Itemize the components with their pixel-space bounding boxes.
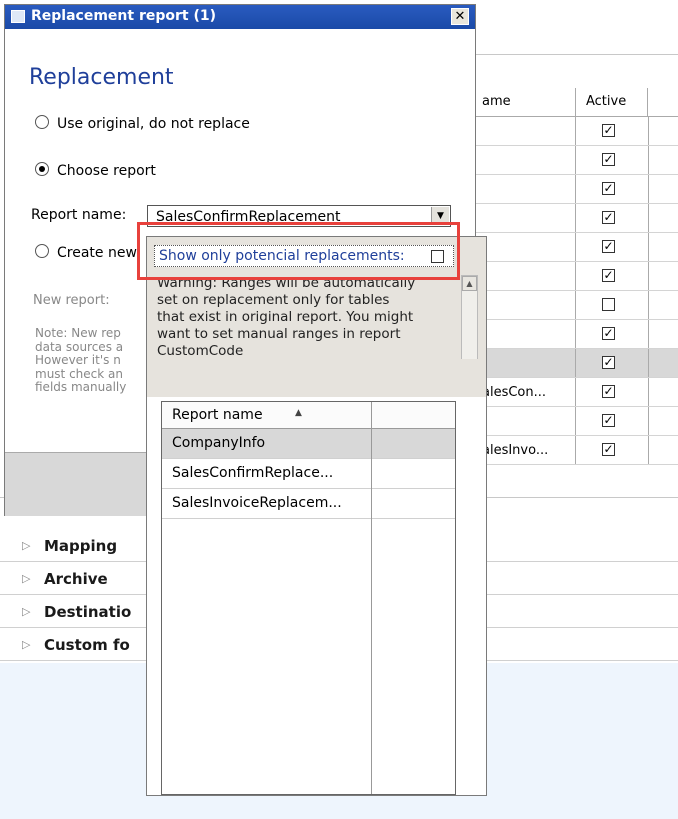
radio-choose-report[interactable]: Choose report (35, 162, 156, 179)
radio-label: Choose report (57, 163, 156, 179)
list-item-label: SalesConfirmReplace... (162, 459, 372, 488)
cell-name (476, 349, 576, 377)
radio-label: Create new (57, 245, 137, 261)
report-list: Report name ▲ CompanyInfo SalesConfirmRe… (161, 401, 456, 795)
expand-arrow-icon: ▷ (22, 572, 31, 585)
table-row[interactable]: ✓ (476, 262, 678, 291)
active-checkbox[interactable]: ✓ (602, 356, 615, 369)
column-header-report-name[interactable]: Report name ▲ (162, 402, 372, 428)
table-row[interactable]: alesInvo... ✓ (476, 436, 678, 465)
radio-button[interactable] (35, 244, 49, 258)
highlight-box (137, 222, 460, 280)
radio-label: Use original, do not replace (57, 116, 250, 132)
cell-name (476, 175, 576, 203)
cell-name: alesInvo... (476, 436, 576, 464)
cell-name (476, 233, 576, 261)
cell-name (476, 320, 576, 348)
cell-active: ✓ (576, 349, 649, 377)
cell-active: ✓ (576, 146, 649, 174)
expand-arrow-icon: ▷ (22, 605, 31, 618)
table-row[interactable]: ✓ (476, 117, 678, 146)
column-divider (371, 428, 372, 794)
note-text: Note: New rep data sources a However it'… (35, 327, 127, 394)
cell-name (476, 204, 576, 232)
grid-header: ame Active (476, 88, 678, 117)
cell-name (476, 117, 576, 145)
table-row[interactable]: ✓ (476, 233, 678, 262)
list-item-label: SalesInvoiceReplacem... (162, 489, 372, 518)
close-icon[interactable]: ✕ (451, 8, 469, 25)
cell-active: ✓ (576, 378, 649, 406)
table-row[interactable]: ✓ (476, 349, 678, 378)
window-title: Replacement report (1) (31, 8, 217, 24)
active-checkbox[interactable]: ✓ (602, 443, 615, 456)
cell-active: ✓ (576, 407, 649, 435)
fasttab-label: Destinatio (44, 603, 132, 621)
active-checkbox[interactable]: ✓ (602, 182, 615, 195)
report-lookup-popup: Show only potencial replacements: Warnin… (146, 236, 487, 796)
report-name-label: Report name: (31, 207, 127, 223)
cell-active: ✓ (576, 117, 649, 145)
cell-active: ✓ (576, 262, 649, 290)
cell-name: alesCon... (476, 378, 576, 406)
cell-active: ✓ (576, 175, 649, 203)
radio-button[interactable] (35, 162, 49, 176)
cell-name (476, 146, 576, 174)
cell-active: ✓ (576, 320, 649, 348)
popup-spacer (147, 359, 486, 397)
cell-name (476, 407, 576, 435)
table-row[interactable] (476, 291, 678, 320)
radio-use-original[interactable]: Use original, do not replace (35, 115, 250, 132)
active-checkbox[interactable]: ✓ (602, 124, 615, 137)
cell-active: ✓ (576, 233, 649, 261)
warning-text: Warning: Ranges will be automatically se… (157, 275, 416, 359)
fasttab-label: Mapping (44, 537, 118, 555)
page-title: Replacement (29, 65, 174, 90)
column-header-label: Report name (172, 407, 263, 423)
active-checkbox[interactable]: ✓ (602, 327, 615, 340)
expand-arrow-icon: ▷ (22, 638, 31, 651)
cell-name (476, 291, 576, 319)
table-row[interactable]: ✓ (476, 146, 678, 175)
radio-create-new[interactable]: Create new (35, 244, 137, 261)
cell-active: ✓ (576, 204, 649, 232)
new-report-label: New report: (33, 293, 110, 308)
list-item[interactable]: SalesConfirmReplace... (162, 459, 455, 489)
expand-arrow-icon: ▷ (22, 539, 31, 552)
cell-active (576, 291, 649, 319)
window-icon (11, 10, 25, 23)
fasttab-label: Custom fo (44, 636, 130, 654)
table-row[interactable]: ✓ (476, 175, 678, 204)
table-row[interactable]: ✓ (476, 204, 678, 233)
active-checkbox[interactable]: ✓ (602, 269, 615, 282)
radio-button[interactable] (35, 115, 49, 129)
cell-active: ✓ (576, 436, 649, 464)
table-row[interactable]: alesCon... ✓ (476, 378, 678, 407)
fasttab-label: Archive (44, 570, 108, 588)
table-row[interactable]: ✓ (476, 320, 678, 349)
list-header: Report name ▲ (162, 402, 455, 429)
active-checkbox[interactable]: ✓ (602, 211, 615, 224)
column-header-name[interactable]: ame (476, 88, 576, 116)
active-checkbox[interactable]: ✓ (602, 153, 615, 166)
cell-name (476, 262, 576, 290)
list-item[interactable]: SalesInvoiceReplacem... (162, 489, 455, 519)
list-item-label: CompanyInfo (162, 429, 372, 458)
divider (476, 54, 678, 55)
column-header-active[interactable]: Active (576, 88, 648, 116)
active-checkbox[interactable]: ✓ (602, 414, 615, 427)
table-row[interactable]: ✓ (476, 407, 678, 436)
active-checkbox[interactable]: ✓ (602, 240, 615, 253)
active-checkbox[interactable] (602, 298, 615, 311)
title-bar[interactable]: Replacement report (1) ✕ (5, 5, 475, 29)
list-item[interactable]: CompanyInfo (162, 429, 455, 459)
sort-ascending-icon: ▲ (295, 408, 302, 418)
scroll-up-icon[interactable]: ▲ (462, 276, 477, 291)
active-checkbox[interactable]: ✓ (602, 385, 615, 398)
reports-grid: ame Active ✓ ✓ ✓ ✓ ✓ ✓ ✓ ✓ alesCon... ✓ ✓ alesInvo.… (476, 88, 678, 465)
